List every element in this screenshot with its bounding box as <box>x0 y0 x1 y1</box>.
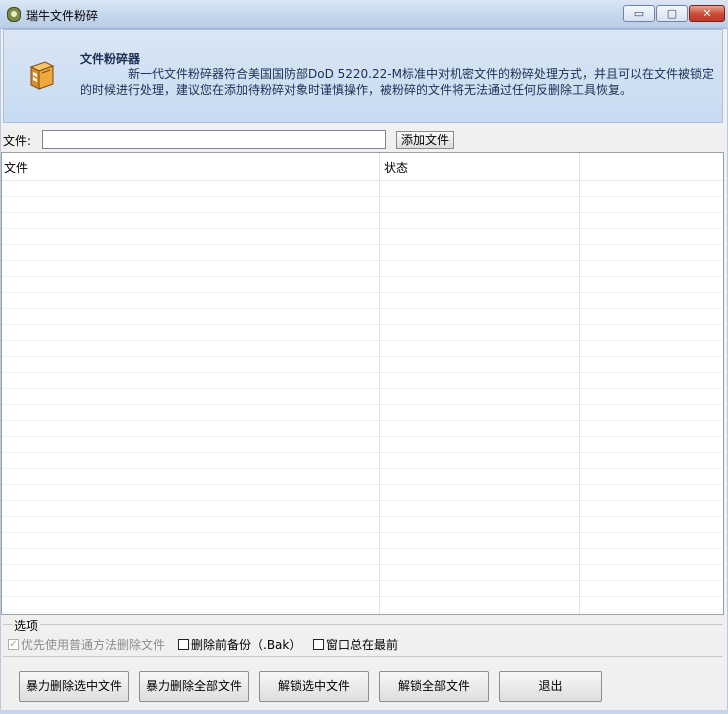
banner-description: 新一代文件粉碎器符合美国国防部DoD 5220.22-M标准中对机密文件的粉碎处… <box>80 67 714 97</box>
column-divider <box>379 153 380 614</box>
options-group-top-line <box>3 624 723 625</box>
option-normal-delete: ✓ 优先使用普通方法删除文件 <box>8 636 165 653</box>
list-header: 文件 状态 <box>2 153 723 181</box>
checkbox-always-on-top[interactable] <box>313 639 324 650</box>
checkbox-backup[interactable] <box>178 639 189 650</box>
exit-button[interactable]: 退出 <box>499 671 602 702</box>
shredder-box-icon <box>29 61 55 90</box>
app-shield-icon <box>7 7 21 22</box>
option-always-on-top-label[interactable]: 窗口总在最前 <box>326 636 398 653</box>
header-banner: 文件粉碎器 新一代文件粉碎器符合美国国防部DoD 5220.22-M标准中对机密… <box>3 29 723 123</box>
column-divider <box>579 153 580 614</box>
close-button[interactable]: ✕ <box>689 5 725 22</box>
unlock-selected-button[interactable]: 解锁选中文件 <box>259 671 369 702</box>
option-backup-label[interactable]: 删除前备份（.Bak） <box>191 636 301 653</box>
window-title: 瑞牛文件粉碎 <box>26 9 99 23</box>
maximize-button[interactable]: ▢ <box>656 5 688 22</box>
unlock-all-button[interactable]: 解锁全部文件 <box>379 671 489 702</box>
option-always-on-top[interactable]: 窗口总在最前 <box>313 636 398 653</box>
file-label: 文件: <box>3 134 32 148</box>
file-path-input[interactable] <box>42 130 386 149</box>
file-list[interactable]: 文件 状态 <box>1 152 724 615</box>
minimize-button[interactable]: ▭ <box>623 5 655 22</box>
column-header-file[interactable]: 文件 <box>4 159 28 176</box>
banner-title: 文件粉碎器 <box>80 52 141 66</box>
options-group-bottom-line <box>3 656 723 657</box>
force-delete-all-button[interactable]: 暴力删除全部文件 <box>139 671 249 702</box>
add-file-button[interactable]: 添加文件 <box>396 131 454 149</box>
option-normal-delete-label: 优先使用普通方法删除文件 <box>21 638 166 652</box>
window-border-bottom <box>0 710 728 714</box>
options-legend: 选项 <box>12 617 41 634</box>
option-backup-before-delete[interactable]: 删除前备份（.Bak） <box>178 636 301 653</box>
list-rows-area[interactable] <box>2 181 723 614</box>
checkbox-normal-delete: ✓ <box>8 639 19 650</box>
title-bar: 瑞牛文件粉碎 ▭ ▢ ✕ <box>0 0 728 29</box>
force-delete-selected-button[interactable]: 暴力删除选中文件 <box>19 671 129 702</box>
column-header-status[interactable]: 状态 <box>384 159 408 176</box>
